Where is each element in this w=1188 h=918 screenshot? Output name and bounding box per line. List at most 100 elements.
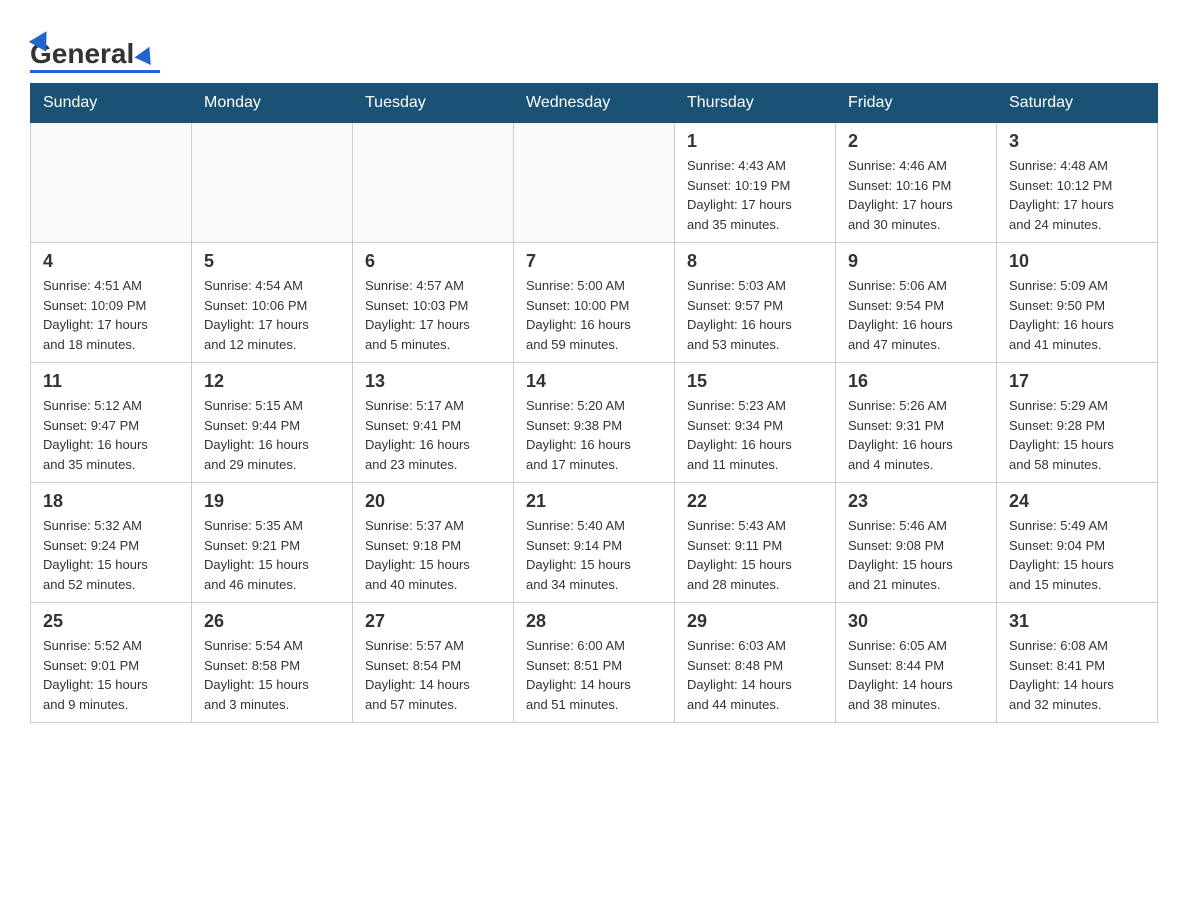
calendar-day: 17 Sunrise: 5:29 AMSunset: 9:28 PMDayligh… bbox=[997, 363, 1158, 483]
page-header: General bbox=[0, 0, 1188, 83]
day-info: Sunrise: 4:48 AMSunset: 10:12 PMDaylight… bbox=[1009, 156, 1145, 234]
calendar-day: 4 Sunrise: 4:51 AMSunset: 10:09 PMDayligh… bbox=[31, 243, 192, 363]
day-info: Sunrise: 5:40 AMSunset: 9:14 PMDaylight:… bbox=[526, 516, 662, 594]
calendar-day: 9 Sunrise: 5:06 AMSunset: 9:54 PMDaylight… bbox=[836, 243, 997, 363]
day-info: Sunrise: 4:43 AMSunset: 10:19 PMDaylight… bbox=[687, 156, 823, 234]
day-info: Sunrise: 6:08 AMSunset: 8:41 PMDaylight:… bbox=[1009, 636, 1145, 714]
day-number: 30 bbox=[848, 611, 984, 632]
day-info: Sunrise: 5:09 AMSunset: 9:50 PMDaylight:… bbox=[1009, 276, 1145, 354]
calendar-day: 28 Sunrise: 6:00 AMSunset: 8:51 PMDayligh… bbox=[514, 603, 675, 723]
calendar-day: 26 Sunrise: 5:54 AMSunset: 8:58 PMDayligh… bbox=[192, 603, 353, 723]
calendar-day: 30 Sunrise: 6:05 AMSunset: 8:44 PMDayligh… bbox=[836, 603, 997, 723]
day-info: Sunrise: 6:05 AMSunset: 8:44 PMDaylight:… bbox=[848, 636, 984, 714]
calendar-week-2: 4 Sunrise: 4:51 AMSunset: 10:09 PMDayligh… bbox=[31, 243, 1158, 363]
weekday-header-monday: Monday bbox=[192, 84, 353, 123]
day-info: Sunrise: 5:06 AMSunset: 9:54 PMDaylight:… bbox=[848, 276, 984, 354]
day-number: 23 bbox=[848, 491, 984, 512]
day-number: 16 bbox=[848, 371, 984, 392]
calendar-wrapper: SundayMondayTuesdayWednesdayThursdayFrid… bbox=[0, 83, 1188, 753]
weekday-header-tuesday: Tuesday bbox=[353, 84, 514, 123]
day-number: 26 bbox=[204, 611, 340, 632]
calendar-day: 18 Sunrise: 5:32 AMSunset: 9:24 PMDayligh… bbox=[31, 483, 192, 603]
weekday-header-wednesday: Wednesday bbox=[514, 84, 675, 123]
day-number: 27 bbox=[365, 611, 501, 632]
calendar-day: 15 Sunrise: 5:23 AMSunset: 9:34 PMDayligh… bbox=[675, 363, 836, 483]
day-info: Sunrise: 4:57 AMSunset: 10:03 PMDaylight… bbox=[365, 276, 501, 354]
day-info: Sunrise: 4:54 AMSunset: 10:06 PMDaylight… bbox=[204, 276, 340, 354]
calendar-day: 8 Sunrise: 5:03 AMSunset: 9:57 PMDaylight… bbox=[675, 243, 836, 363]
day-number: 8 bbox=[687, 251, 823, 272]
day-number: 13 bbox=[365, 371, 501, 392]
day-info: Sunrise: 5:37 AMSunset: 9:18 PMDaylight:… bbox=[365, 516, 501, 594]
calendar-day: 14 Sunrise: 5:20 AMSunset: 9:38 PMDayligh… bbox=[514, 363, 675, 483]
day-number: 28 bbox=[526, 611, 662, 632]
day-info: Sunrise: 4:51 AMSunset: 10:09 PMDaylight… bbox=[43, 276, 179, 354]
calendar-day: 20 Sunrise: 5:37 AMSunset: 9:18 PMDayligh… bbox=[353, 483, 514, 603]
day-number: 12 bbox=[204, 371, 340, 392]
day-info: Sunrise: 6:00 AMSunset: 8:51 PMDaylight:… bbox=[526, 636, 662, 714]
calendar-day: 21 Sunrise: 5:40 AMSunset: 9:14 PMDayligh… bbox=[514, 483, 675, 603]
day-info: Sunrise: 6:03 AMSunset: 8:48 PMDaylight:… bbox=[687, 636, 823, 714]
day-number: 3 bbox=[1009, 131, 1145, 152]
calendar-week-4: 18 Sunrise: 5:32 AMSunset: 9:24 PMDayligh… bbox=[31, 483, 1158, 603]
calendar-day: 31Sunrise: 6:08 AMSunset: 8:41 PMDayligh… bbox=[997, 603, 1158, 723]
calendar-day: 23Sunrise: 5:46 AMSunset: 9:08 PMDayligh… bbox=[836, 483, 997, 603]
day-info: Sunrise: 5:03 AMSunset: 9:57 PMDaylight:… bbox=[687, 276, 823, 354]
calendar-day: 10 Sunrise: 5:09 AMSunset: 9:50 PMDayligh… bbox=[997, 243, 1158, 363]
calendar-day: 25Sunrise: 5:52 AMSunset: 9:01 PMDayligh… bbox=[31, 603, 192, 723]
calendar-day: 27 Sunrise: 5:57 AMSunset: 8:54 PMDayligh… bbox=[353, 603, 514, 723]
logo-arrow-icon bbox=[135, 43, 158, 65]
day-number: 17 bbox=[1009, 371, 1145, 392]
day-number: 19 bbox=[204, 491, 340, 512]
day-info: Sunrise: 5:29 AMSunset: 9:28 PMDaylight:… bbox=[1009, 396, 1145, 474]
day-info: Sunrise: 5:35 AMSunset: 9:21 PMDaylight:… bbox=[204, 516, 340, 594]
day-info: Sunrise: 5:12 AMSunset: 9:47 PMDaylight:… bbox=[43, 396, 179, 474]
calendar-day: 19 Sunrise: 5:35 AMSunset: 9:21 PMDayligh… bbox=[192, 483, 353, 603]
weekday-header-sunday: Sunday bbox=[31, 84, 192, 123]
day-number: 5 bbox=[204, 251, 340, 272]
day-info: Sunrise: 5:20 AMSunset: 9:38 PMDaylight:… bbox=[526, 396, 662, 474]
calendar-day: 12 Sunrise: 5:15 AMSunset: 9:44 PMDayligh… bbox=[192, 363, 353, 483]
day-number: 22 bbox=[687, 491, 823, 512]
calendar-week-1: 1Sunrise: 4:43 AMSunset: 10:19 PMDayligh… bbox=[31, 123, 1158, 243]
day-number: 4 bbox=[43, 251, 179, 272]
calendar-day bbox=[192, 123, 353, 243]
day-info: Sunrise: 5:00 AMSunset: 10:00 PMDaylight… bbox=[526, 276, 662, 354]
day-number: 18 bbox=[43, 491, 179, 512]
calendar-week-3: 11Sunrise: 5:12 AMSunset: 9:47 PMDayligh… bbox=[31, 363, 1158, 483]
logo-underline bbox=[30, 70, 160, 73]
day-number: 21 bbox=[526, 491, 662, 512]
calendar-day: 6 Sunrise: 4:57 AMSunset: 10:03 PMDayligh… bbox=[353, 243, 514, 363]
calendar-day bbox=[353, 123, 514, 243]
day-info: Sunrise: 5:23 AMSunset: 9:34 PMDaylight:… bbox=[687, 396, 823, 474]
day-number: 29 bbox=[687, 611, 823, 632]
calendar-day: 16 Sunrise: 5:26 AMSunset: 9:31 PMDayligh… bbox=[836, 363, 997, 483]
calendar-body: 1Sunrise: 4:43 AMSunset: 10:19 PMDayligh… bbox=[31, 123, 1158, 723]
calendar-header: SundayMondayTuesdayWednesdayThursdayFrid… bbox=[31, 84, 1158, 123]
weekday-header-saturday: Saturday bbox=[997, 84, 1158, 123]
weekday-header-thursday: Thursday bbox=[675, 84, 836, 123]
calendar-day: 3 Sunrise: 4:48 AMSunset: 10:12 PMDayligh… bbox=[997, 123, 1158, 243]
day-info: Sunrise: 5:17 AMSunset: 9:41 PMDaylight:… bbox=[365, 396, 501, 474]
day-number: 15 bbox=[687, 371, 823, 392]
day-info: Sunrise: 4:46 AMSunset: 10:16 PMDaylight… bbox=[848, 156, 984, 234]
day-number: 6 bbox=[365, 251, 501, 272]
day-info: Sunrise: 5:32 AMSunset: 9:24 PMDaylight:… bbox=[43, 516, 179, 594]
day-number: 14 bbox=[526, 371, 662, 392]
calendar-table: SundayMondayTuesdayWednesdayThursdayFrid… bbox=[30, 83, 1158, 723]
day-info: Sunrise: 5:26 AMSunset: 9:31 PMDaylight:… bbox=[848, 396, 984, 474]
day-info: Sunrise: 5:54 AMSunset: 8:58 PMDaylight:… bbox=[204, 636, 340, 714]
day-number: 10 bbox=[1009, 251, 1145, 272]
day-info: Sunrise: 5:49 AMSunset: 9:04 PMDaylight:… bbox=[1009, 516, 1145, 594]
calendar-week-5: 25Sunrise: 5:52 AMSunset: 9:01 PMDayligh… bbox=[31, 603, 1158, 723]
calendar-day: 2 Sunrise: 4:46 AMSunset: 10:16 PMDayligh… bbox=[836, 123, 997, 243]
day-info: Sunrise: 5:57 AMSunset: 8:54 PMDaylight:… bbox=[365, 636, 501, 714]
day-number: 7 bbox=[526, 251, 662, 272]
day-number: 20 bbox=[365, 491, 501, 512]
day-number: 2 bbox=[848, 131, 984, 152]
calendar-day: 13 Sunrise: 5:17 AMSunset: 9:41 PMDayligh… bbox=[353, 363, 514, 483]
day-info: Sunrise: 5:15 AMSunset: 9:44 PMDaylight:… bbox=[204, 396, 340, 474]
day-number: 9 bbox=[848, 251, 984, 272]
day-info: Sunrise: 5:43 AMSunset: 9:11 PMDaylight:… bbox=[687, 516, 823, 594]
calendar-day: 11Sunrise: 5:12 AMSunset: 9:47 PMDayligh… bbox=[31, 363, 192, 483]
